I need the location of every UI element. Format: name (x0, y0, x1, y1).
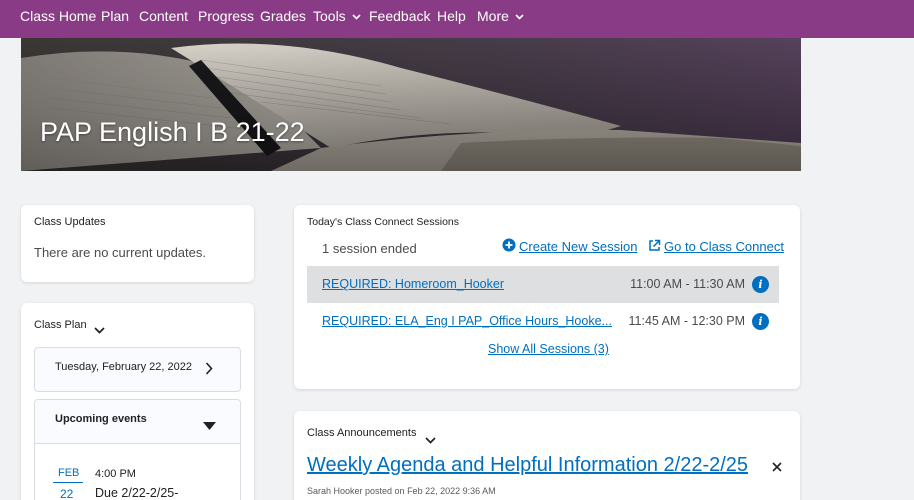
banner-book-image (21, 38, 801, 171)
event-month: FEB (58, 467, 80, 479)
chevron-right-icon[interactable] (205, 362, 213, 380)
plus-circle-icon (502, 238, 516, 255)
session-title-link[interactable]: REQUIRED: Homeroom_Hooker (322, 277, 504, 291)
go-to-class-connect-label: Go to Class Connect (664, 239, 784, 254)
create-session-label: Create New Session (519, 239, 638, 254)
nav-more[interactable]: More (477, 0, 524, 38)
class-updates-card: Class Updates There are no current updat… (21, 205, 254, 282)
sessions-heading: Today's Class Connect Sessions (307, 216, 459, 228)
calendar-divider (53, 482, 83, 483)
announcement-title-link[interactable]: Weekly Agenda and Helpful Information 2/… (307, 454, 748, 477)
upcoming-events-header[interactable]: Upcoming events (35, 400, 240, 444)
sessions-ended-text: 1 session ended (322, 241, 417, 256)
chevron-down-icon (352, 0, 361, 31)
nav-plan[interactable]: Plan (101, 0, 129, 38)
go-to-class-connect-link[interactable]: Go to Class Connect (648, 239, 784, 256)
chevron-down-icon[interactable] (425, 431, 436, 449)
create-session-button[interactable]: Create New Session (502, 238, 638, 256)
announcement-meta: Sarah Hooker posted on Feb 22, 2022 9:36… (307, 486, 496, 496)
event-title[interactable]: Due 2/22-2/25- (95, 486, 178, 500)
close-icon[interactable] (772, 459, 782, 477)
upcoming-events-panel: Upcoming events FEB 22 4:00 PM Due 2/22-… (34, 399, 241, 500)
class-announcements-card: Class Announcements Weekly Agenda and He… (294, 411, 800, 500)
session-row: REQUIRED: ELA_Eng I PAP_Office Hours_Hoo… (307, 303, 779, 340)
nav-grades[interactable]: Grades (260, 0, 306, 38)
chevron-down-icon[interactable] (94, 321, 105, 339)
nav-feedback[interactable]: Feedback (369, 0, 430, 38)
page-title: PAP English I B 21-22 (40, 117, 305, 147)
session-title-link[interactable]: REQUIRED: ELA_Eng I PAP_Office Hours_Hoo… (322, 314, 612, 328)
session-row: REQUIRED: Homeroom_Hooker 11:00 AM - 11:… (307, 266, 779, 303)
nav-tools-label: Tools (313, 8, 346, 24)
class-updates-heading: Class Updates (34, 216, 106, 228)
external-link-icon (648, 239, 661, 255)
class-plan-heading: Class Plan (34, 319, 87, 331)
nav-class-home[interactable]: Class Home (20, 0, 96, 38)
plan-date: Tuesday, February 22, 2022 (55, 361, 192, 373)
class-updates-message: There are no current updates. (34, 245, 206, 260)
info-icon[interactable]: i (752, 313, 769, 330)
session-time: 11:00 AM - 11:30 AM (630, 277, 745, 291)
nav-tools[interactable]: Tools (313, 0, 361, 38)
class-connect-card: Today's Class Connect Sessions 1 session… (294, 205, 800, 389)
announcements-heading: Class Announcements (307, 427, 417, 439)
course-banner: PAP English I B 21-22 (21, 38, 801, 171)
event-day: 22 (60, 487, 73, 500)
top-navbar: Class Home Plan Content Progress Grades … (0, 0, 914, 38)
nav-more-label: More (477, 8, 509, 24)
caret-down-icon (203, 417, 216, 435)
nav-progress[interactable]: Progress (198, 0, 254, 38)
show-all-sessions-link[interactable]: Show All Sessions (3) (488, 342, 609, 356)
nav-content[interactable]: Content (139, 0, 188, 38)
plan-date-selector: Tuesday, February 22, 2022 (34, 347, 241, 392)
chevron-down-icon (515, 0, 524, 31)
event-time: 4:00 PM (95, 468, 136, 480)
session-time: 11:45 AM - 12:30 PM (628, 314, 746, 328)
nav-help[interactable]: Help (437, 0, 466, 38)
info-icon[interactable]: i (752, 276, 769, 293)
class-plan-card: Class Plan Tuesday, February 22, 2022 Up… (21, 303, 254, 500)
upcoming-events-title: Upcoming events (55, 413, 147, 425)
